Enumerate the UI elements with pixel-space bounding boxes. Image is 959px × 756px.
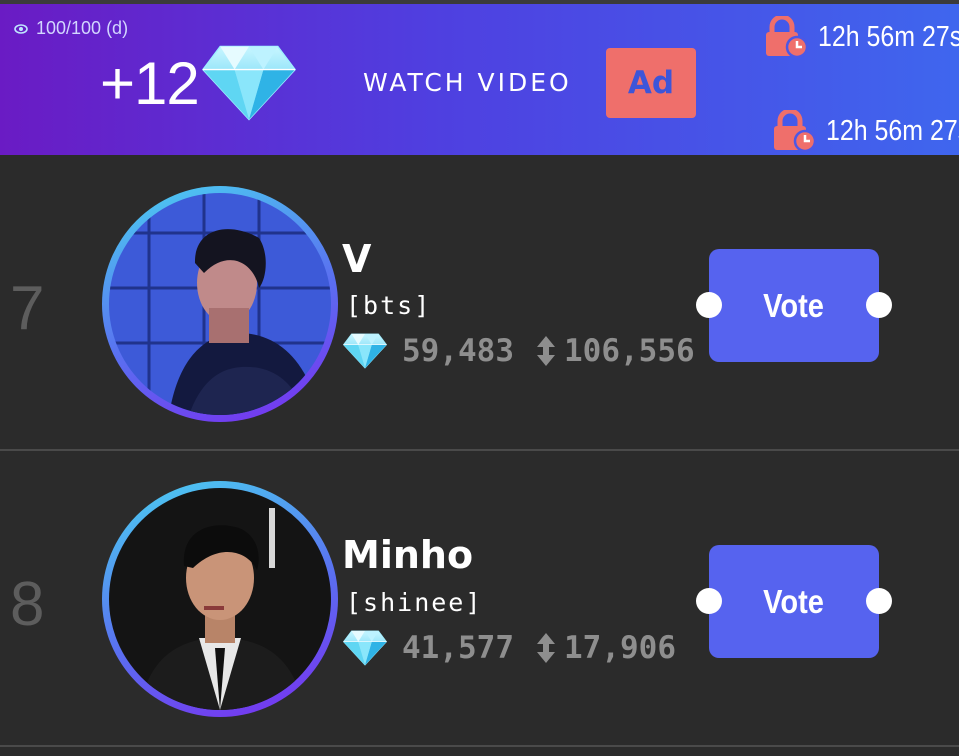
ranking-row: 7 V [bts] 59,483 106,556 Vote <box>0 155 959 451</box>
ad-badge[interactable]: Ad <box>606 48 696 118</box>
view-counter: 100/100 (d) <box>14 18 128 39</box>
artist-stats: 41,577 17,906 <box>342 630 676 666</box>
artist-group: [bts] <box>346 291 432 320</box>
rank-number: 7 <box>10 274 45 343</box>
ticket-notch <box>866 292 892 318</box>
vote-button-label: Vote <box>763 286 825 324</box>
ticket-notch <box>696 588 722 614</box>
avatar[interactable] <box>109 193 331 415</box>
vote-button-label: Vote <box>763 582 825 620</box>
up-down-arrow-icon <box>537 633 555 663</box>
diamond-count: 59,483 <box>402 333 514 369</box>
watch-video-label[interactable]: WATCH VIDEO <box>363 68 572 97</box>
timer-bottom: 12h 56m 27s <box>772 110 959 152</box>
diamond-icon <box>342 333 388 369</box>
artist-stats: 59,483 106,556 <box>342 333 695 369</box>
up-down-arrow-icon <box>537 336 555 366</box>
reward-amount: +12 <box>100 49 200 117</box>
artist-group: [shinee] <box>346 588 483 617</box>
artist-name: V <box>342 237 372 281</box>
diamond-icon <box>342 630 388 666</box>
avatar-ring[interactable] <box>102 481 338 717</box>
reward-amount-group: +12 <box>100 44 297 122</box>
gap-count: 106,556 <box>564 333 695 369</box>
lock-clock-icon <box>772 110 816 152</box>
ranking-row: 8 Minho [shinee] 41,577 17,906 Vote <box>0 451 959 747</box>
diamond-icon <box>201 44 297 122</box>
eye-icon <box>14 23 28 34</box>
vote-button[interactable]: Vote <box>696 545 892 658</box>
avatar-ring[interactable] <box>102 186 338 422</box>
ticket-notch <box>866 588 892 614</box>
avatar[interactable] <box>109 488 331 710</box>
timer-text: 12h 56m 27s <box>818 20 959 53</box>
rank-number: 8 <box>10 570 45 639</box>
timer-top: 12h 56m 27s <box>764 16 959 58</box>
timer-text: 12h 56m 27s <box>826 114 959 147</box>
lock-clock-icon <box>764 16 808 58</box>
gap-count: 17,906 <box>564 630 676 666</box>
avatar-photo-v <box>109 193 331 415</box>
view-counter-text: 100/100 (d) <box>36 18 129 38</box>
vote-button[interactable]: Vote <box>696 249 892 362</box>
artist-name: Minho <box>342 533 474 577</box>
diamond-count: 41,577 <box>402 630 514 666</box>
ticket-notch <box>696 292 722 318</box>
avatar-photo-minho <box>109 488 331 710</box>
reward-banner[interactable]: 100/100 (d) +12 WATCH VIDEO Ad 12h 56m 2… <box>0 4 959 155</box>
